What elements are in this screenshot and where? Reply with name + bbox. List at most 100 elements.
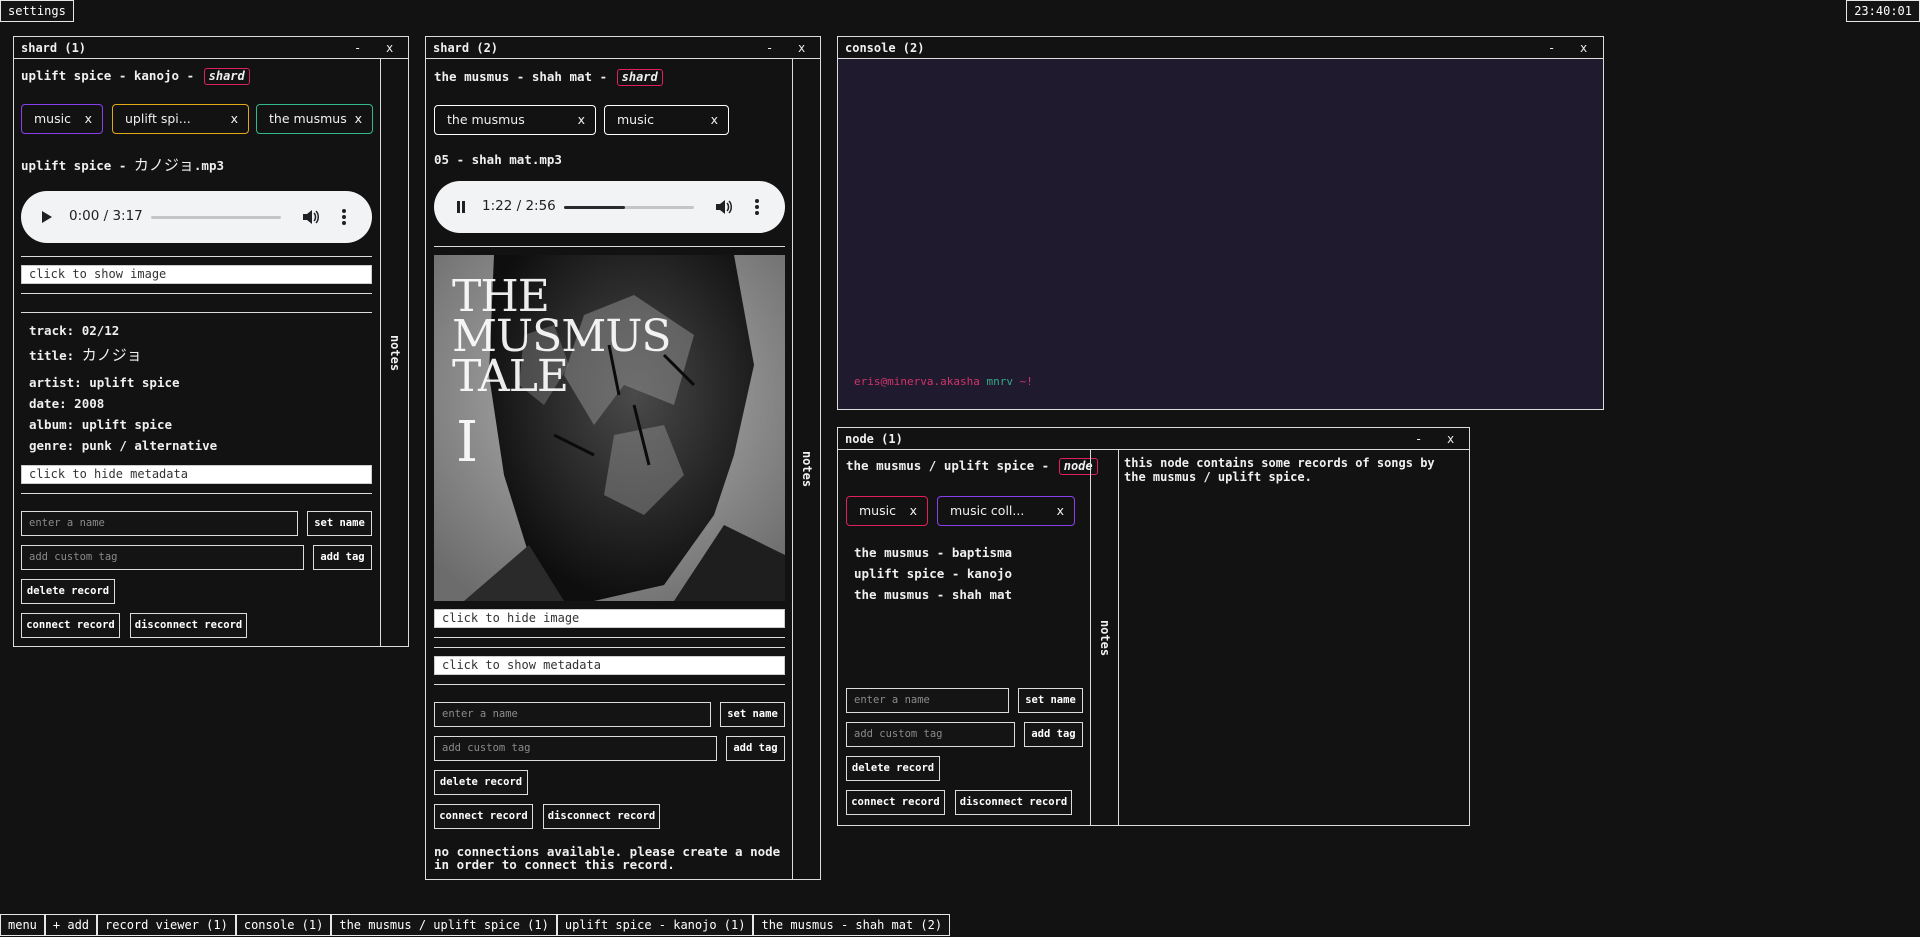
divider xyxy=(21,293,372,294)
pause-icon[interactable] xyxy=(456,201,466,213)
divider xyxy=(434,637,785,638)
taskbar-console[interactable]: console (1) xyxy=(235,914,332,936)
no-connections-message: no connections available. please create … xyxy=(434,844,781,872)
audio-player[interactable]: 0:00 / 3:17 xyxy=(21,191,372,243)
prompt-dir: mnrv xyxy=(986,375,1013,388)
more-options-icon[interactable] xyxy=(754,198,760,216)
show-metadata-toggle[interactable]: click to show metadata xyxy=(434,656,785,675)
taskbar-record-viewer[interactable]: record viewer (1) xyxy=(97,914,236,936)
name-input[interactable]: enter a name xyxy=(21,511,298,536)
connect-record-button[interactable]: connect record xyxy=(434,804,533,829)
minimize-button[interactable]: - xyxy=(766,40,773,56)
minimize-button[interactable]: - xyxy=(1415,431,1422,447)
delete-record-button[interactable]: delete record xyxy=(846,756,940,781)
shard-window-1[interactable]: shard (1) - x uplift spice - kanojo - sh… xyxy=(13,36,409,647)
set-name-button[interactable]: set name xyxy=(307,511,372,536)
volume-icon[interactable] xyxy=(714,198,732,216)
tag-music[interactable]: music x xyxy=(21,104,103,134)
connect-record-button[interactable]: connect record xyxy=(846,790,945,815)
audio-seekbar[interactable] xyxy=(564,206,694,209)
window-titlebar[interactable]: console (2) - x xyxy=(838,37,1603,59)
notes-label: notes xyxy=(799,450,814,488)
meta-key: album: xyxy=(29,417,75,432)
meta-date: date: 2008 xyxy=(29,396,104,411)
close-button[interactable]: x xyxy=(386,40,393,56)
record-title-text: the musmus - shah mat - xyxy=(434,69,608,84)
audio-seekbar[interactable] xyxy=(151,216,281,219)
tag-label: music coll... xyxy=(950,503,1025,518)
add-tag-button[interactable]: add tag xyxy=(313,545,372,570)
delete-record-button[interactable]: delete record xyxy=(434,770,528,795)
window-titlebar[interactable]: shard (2) - x xyxy=(426,37,820,59)
child-record-link[interactable]: uplift spice - kanojo xyxy=(854,566,1012,581)
hide-metadata-toggle[interactable]: click to hide metadata xyxy=(21,465,372,484)
window-titlebar[interactable]: shard (1) - x xyxy=(14,37,408,59)
notes-panel-toggle[interactable]: notes xyxy=(792,59,821,879)
add-button[interactable]: + add xyxy=(44,914,98,936)
tag-remove-button[interactable]: x xyxy=(578,106,585,134)
show-image-toggle[interactable]: click to show image xyxy=(21,265,372,284)
tag-music-collection[interactable]: music coll... x xyxy=(937,496,1075,526)
audio-player[interactable]: 1:22 / 2:56 xyxy=(434,181,785,233)
disconnect-record-button[interactable]: disconnect record xyxy=(543,804,660,829)
tag-remove-button[interactable]: x xyxy=(355,105,362,133)
set-name-button[interactable]: set name xyxy=(720,702,785,727)
taskbar-node[interactable]: the musmus / uplift spice (1) xyxy=(331,914,557,936)
add-tag-button[interactable]: add tag xyxy=(1024,722,1083,747)
custom-tag-input[interactable]: add custom tag xyxy=(434,736,717,761)
tag-music[interactable]: music x xyxy=(604,105,729,135)
tag-uplift-spice[interactable]: uplift spi... x xyxy=(112,104,249,134)
audio-time: 1:22 / 2:56 xyxy=(482,198,556,214)
menu-button[interactable]: menu xyxy=(0,914,45,936)
window-titlebar[interactable]: node (1) - x xyxy=(838,428,1469,450)
tag-remove-button[interactable]: x xyxy=(231,105,238,133)
child-record-link[interactable]: the musmus - baptisma xyxy=(854,545,1012,560)
tag-remove-button[interactable]: x xyxy=(910,497,917,525)
console-window[interactable]: console (2) - x eris@minerva.akasha mnrv… xyxy=(837,36,1604,410)
connect-record-button[interactable]: connect record xyxy=(21,613,120,638)
play-icon[interactable] xyxy=(42,211,52,223)
tag-the-musmus[interactable]: the musmus x xyxy=(434,105,596,135)
name-input[interactable]: enter a name xyxy=(434,702,711,727)
notes-panel-toggle[interactable]: notes xyxy=(380,59,409,646)
tag-music[interactable]: music x xyxy=(846,496,928,526)
tag-label: the musmus xyxy=(269,111,347,126)
cover-text-line: TALE xyxy=(452,351,569,402)
delete-record-button[interactable]: delete record xyxy=(21,579,115,604)
record-title-text: the musmus / uplift spice - xyxy=(846,458,1050,473)
disconnect-record-button[interactable]: disconnect record xyxy=(955,790,1072,815)
taskbar-shard-shah-mat[interactable]: the musmus - shah mat (2) xyxy=(753,914,951,936)
node-notes-text[interactable]: this node contains some records of songs… xyxy=(1124,456,1460,484)
hide-image-toggle[interactable]: click to hide image xyxy=(434,609,785,628)
tag-remove-button[interactable]: x xyxy=(1057,497,1064,525)
notes-panel-toggle[interactable]: notes xyxy=(1090,450,1119,825)
custom-tag-input[interactable]: add custom tag xyxy=(21,545,304,570)
tag-the-musmus[interactable]: the musmus x xyxy=(256,104,373,134)
volume-icon[interactable] xyxy=(301,208,319,226)
shard-window-2[interactable]: shard (2) - x the musmus - shah mat - sh… xyxy=(425,36,821,880)
minimize-button[interactable]: - xyxy=(1548,40,1555,56)
type-badge[interactable]: shard xyxy=(616,69,663,86)
type-badge[interactable]: shard xyxy=(203,68,250,85)
close-button[interactable]: x xyxy=(798,40,805,56)
minimize-button[interactable]: - xyxy=(354,40,361,56)
add-tag-button[interactable]: add tag xyxy=(726,736,785,761)
custom-tag-input[interactable]: add custom tag xyxy=(846,722,1015,747)
node-window[interactable]: node (1) - x the musmus / uplift spice -… xyxy=(837,427,1470,826)
more-options-icon[interactable] xyxy=(341,208,347,226)
record-title: the musmus / uplift spice - node xyxy=(846,458,1098,475)
tag-remove-button[interactable]: x xyxy=(711,106,718,134)
close-button[interactable]: x xyxy=(1580,40,1587,56)
set-name-button[interactable]: set name xyxy=(1018,688,1083,713)
child-record-link[interactable]: the musmus - shah mat xyxy=(854,587,1012,602)
close-button[interactable]: x xyxy=(1447,431,1454,447)
name-input[interactable]: enter a name xyxy=(846,688,1009,713)
console-prompt[interactable]: eris@minerva.akasha mnrv ~! xyxy=(854,375,1033,388)
tag-remove-button[interactable]: x xyxy=(85,105,92,133)
disconnect-record-button[interactable]: disconnect record xyxy=(130,613,247,638)
file-name-jp: カノジョ xyxy=(133,156,194,174)
taskbar-shard-kanojo[interactable]: uplift spice - kanojo (1) xyxy=(556,914,754,936)
console-output[interactable]: eris@minerva.akasha mnrv ~! xyxy=(838,59,1603,409)
settings-button[interactable]: settings xyxy=(0,0,74,22)
tag-label: uplift spi... xyxy=(125,111,191,126)
